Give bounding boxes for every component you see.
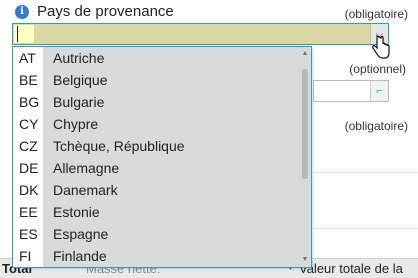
scrollbar[interactable]: ▲ ▼ xyxy=(299,47,311,267)
option-name: Autriche xyxy=(43,47,300,69)
scroll-down-arrow[interactable]: ▼ xyxy=(299,255,311,265)
option-name: Bulgarie xyxy=(43,91,300,113)
dropdown-option[interactable]: DK Danemark xyxy=(13,179,300,201)
dropdown-option[interactable]: EE Estonie xyxy=(13,201,300,223)
option-code: CZ xyxy=(13,135,43,157)
dropdown-option[interactable]: AT Autriche xyxy=(13,47,300,69)
total-value-label: Valeur totale de la xyxy=(299,261,403,276)
field-label: Pays de provenance xyxy=(37,3,174,20)
option-code: BE xyxy=(13,69,43,91)
option-name: Espagne xyxy=(43,223,300,245)
option-code: DE xyxy=(13,157,43,179)
option-name: Chypre xyxy=(43,113,300,135)
option-name: Tchèque, République xyxy=(43,135,300,157)
scrollbar-thumb[interactable] xyxy=(302,69,308,179)
dropdown-option[interactable]: BG Bulgarie xyxy=(13,91,300,113)
corner-arrow-icon[interactable]: ⌐ xyxy=(370,81,388,101)
options-list: AT Autriche BE Belgique BG Bulgarie CY Chypre CZ… xyxy=(13,47,300,267)
required-label-2: (obligatoire) xyxy=(344,119,408,133)
option-name: Danemark xyxy=(43,179,300,201)
hand-pointer-icon xyxy=(372,35,390,59)
text-caret xyxy=(17,26,18,42)
secondary-field[interactable]: ⌐ xyxy=(313,80,389,102)
dropdown-option[interactable]: DE Allemagne xyxy=(13,157,300,179)
option-code: AT xyxy=(13,47,43,69)
dropdown-option[interactable]: BE Belgique xyxy=(13,69,300,91)
dropdown-option[interactable]: ES Espagne xyxy=(13,223,300,245)
option-code: EE xyxy=(13,201,43,223)
optional-label: (optionnel) xyxy=(349,62,406,76)
country-dropdown-list[interactable]: AT Autriche BE Belgique BG Bulgarie CY Chypre CZ… xyxy=(12,46,312,268)
option-code: ES xyxy=(13,223,43,245)
dropdown-option[interactable]: FI Finlande xyxy=(13,245,300,267)
info-icon[interactable]: i xyxy=(15,5,29,19)
option-name: Estonie xyxy=(43,201,300,223)
option-code: CY xyxy=(13,113,43,135)
option-name: Belgique xyxy=(43,69,300,91)
option-code: DK xyxy=(13,179,43,201)
scroll-up-arrow[interactable]: ▲ xyxy=(299,49,311,59)
separator xyxy=(313,228,418,229)
required-label: (obligatoire) xyxy=(344,7,408,21)
country-combobox[interactable]: ⌵ xyxy=(12,23,389,45)
dropdown-option[interactable]: CZ Tchèque, République xyxy=(13,135,300,157)
option-name: Finlande xyxy=(43,245,300,267)
option-name: Allemagne xyxy=(43,157,300,179)
dropdown-option[interactable]: CY Chypre xyxy=(13,113,300,135)
separator xyxy=(313,172,418,173)
option-code: BG xyxy=(13,91,43,113)
option-code: FI xyxy=(13,245,43,267)
